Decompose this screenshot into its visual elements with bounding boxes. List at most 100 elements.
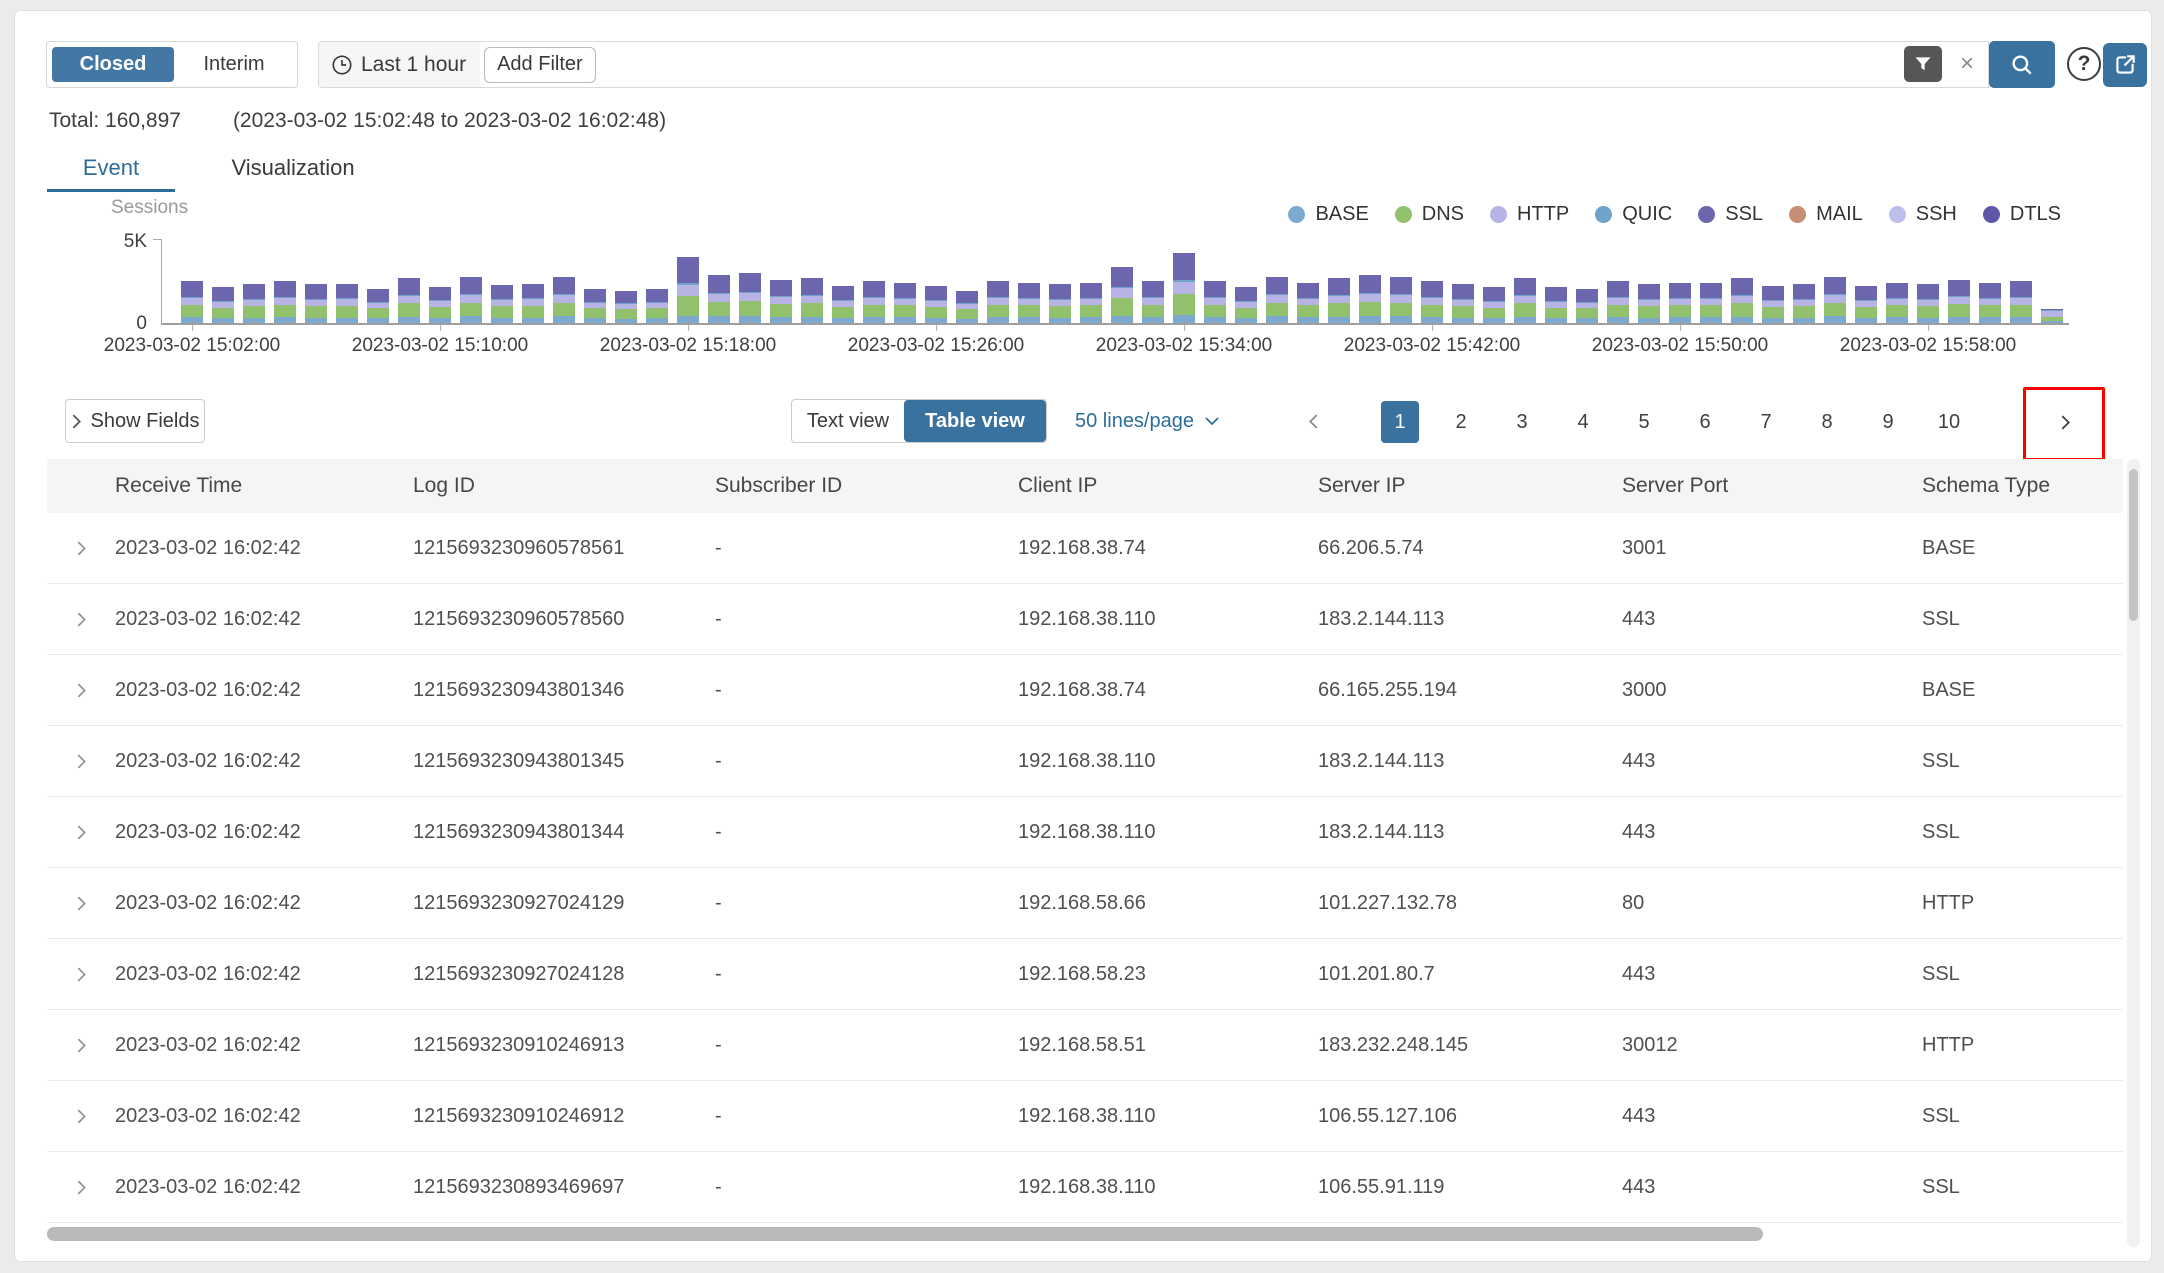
chart-bar[interactable]: [1793, 284, 1815, 323]
legend-item-quic[interactable]: QUIC: [1595, 203, 1672, 226]
legend-item-dns[interactable]: DNS: [1395, 203, 1464, 226]
table-row[interactable]: 2023-03-02 16:02:421215693230910246912-1…: [47, 1081, 2123, 1152]
chart-bar[interactable]: [1452, 284, 1474, 323]
row-expand-chevron-icon[interactable]: [47, 540, 115, 557]
chart-bar[interactable]: [243, 284, 265, 323]
page-button-6[interactable]: 6: [1686, 401, 1724, 443]
page-size-dropdown[interactable]: 50 lines/page: [1075, 399, 1220, 443]
legend-item-ssl[interactable]: SSL: [1698, 203, 1763, 226]
table-view-button[interactable]: Table view: [904, 400, 1046, 442]
row-expand-chevron-icon[interactable]: [47, 1108, 115, 1125]
chart-bar[interactable]: [2010, 281, 2032, 323]
chart-bar[interactable]: [987, 281, 1009, 323]
clear-filter-icon[interactable]: ×: [1960, 50, 1974, 78]
table-row[interactable]: 2023-03-02 16:02:421215693230960578560-1…: [47, 584, 2123, 655]
row-expand-chevron-icon[interactable]: [47, 966, 115, 983]
page-button-8[interactable]: 8: [1808, 401, 1846, 443]
page-button-10[interactable]: 10: [1930, 401, 1968, 443]
legend-item-http[interactable]: HTTP: [1490, 203, 1569, 226]
row-expand-chevron-icon[interactable]: [47, 1037, 115, 1054]
chart-bar[interactable]: [1917, 284, 1939, 323]
chart-bar[interactable]: [1049, 284, 1071, 323]
horizontal-scrollbar-thumb[interactable]: [47, 1227, 1763, 1241]
chart-bar[interactable]: [739, 273, 761, 323]
chart-bar[interactable]: [1576, 289, 1598, 323]
chart-bar[interactable]: [1545, 287, 1567, 323]
chart-bar[interactable]: [1080, 283, 1102, 323]
chart-bar[interactable]: [584, 289, 606, 323]
chart-bar[interactable]: [770, 280, 792, 323]
row-expand-chevron-icon[interactable]: [47, 682, 115, 699]
chart-bar[interactable]: [1018, 283, 1040, 323]
chart-bar[interactable]: [1948, 280, 1970, 323]
table-row[interactable]: 2023-03-02 16:02:421215693230927024129-1…: [47, 868, 2123, 939]
toggle-closed-button[interactable]: Closed: [52, 47, 174, 82]
chart-bar[interactable]: [1669, 283, 1691, 323]
chart-bar[interactable]: [956, 291, 978, 323]
chart-bar[interactable]: [863, 281, 885, 323]
show-fields-button[interactable]: Show Fields: [65, 399, 205, 443]
chart-bar[interactable]: [1762, 286, 1784, 323]
table-row[interactable]: 2023-03-02 16:02:421215693230943801345-1…: [47, 726, 2123, 797]
prev-page-button[interactable]: [1293, 399, 1333, 443]
chart-bar[interactable]: [1359, 275, 1381, 323]
chart-bar[interactable]: [1483, 287, 1505, 323]
chart-bar[interactable]: [1638, 284, 1660, 323]
table-row[interactable]: 2023-03-02 16:02:421215693230893469697-1…: [47, 1152, 2123, 1223]
chart-bar[interactable]: [1731, 278, 1753, 323]
legend-item-ssh[interactable]: SSH: [1889, 203, 1957, 226]
chart-bar[interactable]: [1514, 278, 1536, 323]
chart-bar[interactable]: [925, 286, 947, 323]
chart-bar[interactable]: [181, 281, 203, 323]
chart-bar[interactable]: [1297, 283, 1319, 323]
row-expand-chevron-icon[interactable]: [47, 824, 115, 841]
chart-bar[interactable]: [1421, 281, 1443, 323]
chart-bar[interactable]: [1328, 278, 1350, 323]
tab-event[interactable]: Event: [47, 147, 175, 192]
chart-bar[interactable]: [801, 278, 823, 323]
row-expand-chevron-icon[interactable]: [47, 753, 115, 770]
chart-bar[interactable]: [398, 278, 420, 323]
chart-bar[interactable]: [274, 281, 296, 323]
text-view-button[interactable]: Text view: [792, 400, 904, 442]
search-button[interactable]: [1989, 41, 2055, 88]
table-row[interactable]: 2023-03-02 16:02:421215693230943801346-1…: [47, 655, 2123, 726]
page-button-2[interactable]: 2: [1442, 401, 1480, 443]
vertical-scrollbar-thumb[interactable]: [2129, 469, 2138, 621]
chart-bar[interactable]: [460, 277, 482, 323]
funnel-filter-icon[interactable]: [1904, 46, 1942, 82]
page-button-3[interactable]: 3: [1503, 401, 1541, 443]
chart-bar[interactable]: [1204, 281, 1226, 323]
chart-bar[interactable]: [1111, 267, 1133, 323]
chart-bar[interactable]: [522, 284, 544, 323]
chart-bar[interactable]: [491, 285, 513, 323]
legend-item-mail[interactable]: MAIL: [1789, 203, 1863, 226]
chart-bar[interactable]: [708, 275, 730, 323]
chart-bar[interactable]: [305, 284, 327, 323]
table-row[interactable]: 2023-03-02 16:02:421215693230943801344-1…: [47, 797, 2123, 868]
page-button-9[interactable]: 9: [1869, 401, 1907, 443]
chart-bar[interactable]: [1700, 283, 1722, 323]
row-expand-chevron-icon[interactable]: [47, 895, 115, 912]
chart-bar[interactable]: [212, 287, 234, 323]
export-button[interactable]: [2103, 43, 2147, 87]
row-expand-chevron-icon[interactable]: [47, 1179, 115, 1196]
chart-bar[interactable]: [677, 257, 699, 323]
table-row[interactable]: 2023-03-02 16:02:421215693230960578561-1…: [47, 513, 2123, 584]
toggle-interim-button[interactable]: Interim: [179, 47, 289, 82]
time-filter-chip[interactable]: Last 1 hour: [319, 42, 480, 87]
chart-bar[interactable]: [1855, 286, 1877, 323]
chart-bar[interactable]: [1235, 287, 1257, 323]
legend-item-dtls[interactable]: DTLS: [1983, 203, 2061, 226]
chart-bar[interactable]: [336, 284, 358, 323]
chart-bar[interactable]: [1824, 277, 1846, 323]
help-button[interactable]: ?: [2067, 47, 2101, 81]
chart-bar[interactable]: [646, 289, 668, 323]
page-button-4[interactable]: 4: [1564, 401, 1602, 443]
table-row[interactable]: 2023-03-02 16:02:421215693230927024128-1…: [47, 939, 2123, 1010]
page-button-5[interactable]: 5: [1625, 401, 1663, 443]
add-filter-button[interactable]: Add Filter: [484, 47, 596, 83]
chart-bar[interactable]: [1607, 281, 1629, 323]
chart-bar[interactable]: [2041, 309, 2063, 323]
page-button-1[interactable]: 1: [1381, 401, 1419, 443]
